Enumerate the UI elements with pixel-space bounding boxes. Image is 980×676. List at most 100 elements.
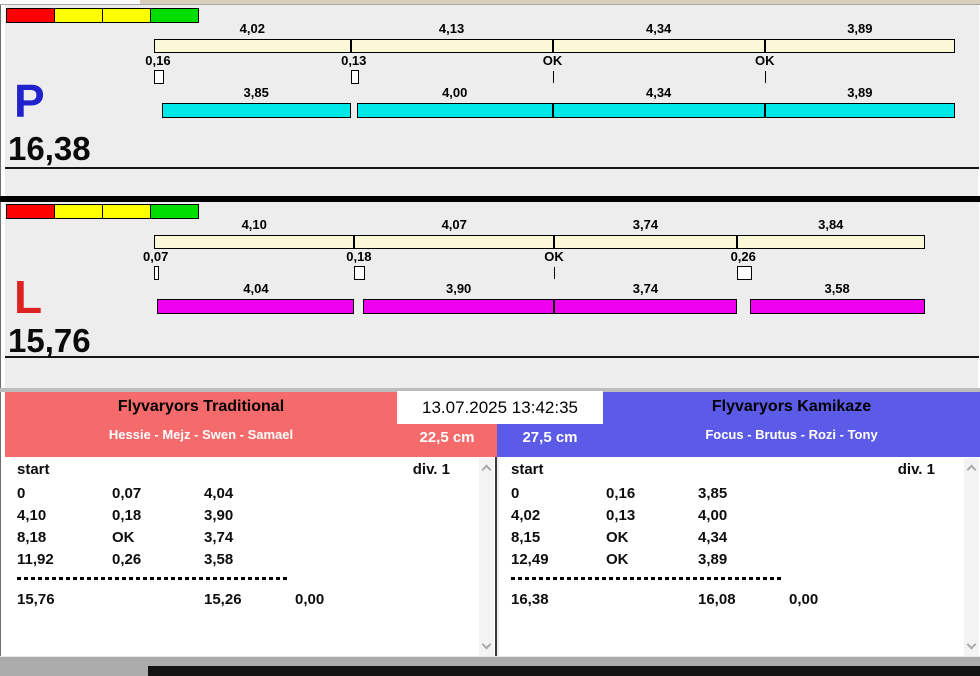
result-cell: 0,16 [606, 485, 636, 502]
result-cell: OK [606, 529, 629, 546]
result-cell: 4,00 [698, 507, 728, 524]
total-cell: 0,00 [789, 591, 819, 608]
traffic-light-segment [6, 204, 55, 219]
loss-time-label: OK [755, 53, 775, 68]
results-pane-right[interactable]: start div. 1 0 0,16 3,85 4,02 0,13 4,00 8,15 OK 4,… [499, 457, 980, 657]
result-cell: 0 [17, 485, 26, 502]
loss-time-label: 0,07 [143, 249, 169, 264]
datetime-display: 13.07.2025 13:42:35 [397, 391, 603, 424]
jump-height-badge: 27,5 cm [522, 429, 578, 446]
result-cell: 4,04 [204, 485, 234, 502]
result-cell: 0,13 [606, 507, 636, 524]
lane-total-time: 15,76 [8, 322, 91, 359]
window-bottom-bar [0, 657, 980, 666]
results-header-division: div. 1 [897, 461, 935, 478]
lane-letter: L [14, 271, 43, 323]
split-time-label: 3,89 [847, 21, 873, 36]
result-cell: 0 [511, 485, 520, 502]
results-pane-left[interactable]: start div. 1 0 0,07 4,04 4,10 0,18 3,90 8,18 OK 3,… [5, 457, 497, 657]
result-cell: 11,92 [17, 551, 54, 568]
result-cell: 4,10 [17, 507, 47, 524]
loss-time-label: OK [542, 53, 563, 68]
loss-marker-box [354, 266, 366, 280]
team-members: Hessie - Mejz - Swen - Samael [108, 427, 294, 442]
vertical-scrollbar[interactable] [479, 458, 494, 656]
result-cell: 0,26 [112, 551, 142, 568]
loss-marker-box [736, 266, 752, 280]
team-members: Focus - Brutus - Rozi - Tony [705, 427, 878, 442]
gross-bar-segment [350, 39, 553, 53]
app-window: P 16,38 4,02 0,16 3,85 4,13 0,13 4,00 4,34 OK 4,… [0, 0, 980, 676]
team-name: Flyvaryors Traditional [117, 398, 285, 415]
chevron-down-icon[interactable] [966, 639, 977, 650]
results-header-start: start [17, 461, 50, 478]
ok-tick [552, 71, 554, 83]
traffic-light [6, 204, 199, 219]
result-cell: 0,07 [112, 485, 142, 502]
dashed-separator [511, 577, 783, 580]
result-cell: OK [112, 529, 135, 546]
gross-bar-segment [764, 39, 955, 53]
net-bar-segment [356, 103, 553, 118]
result-cell: 3,58 [204, 551, 234, 568]
traffic-light-segment [102, 8, 151, 23]
result-cell: 3,74 [204, 529, 234, 546]
result-cell: 0,18 [112, 507, 142, 524]
total-cell: 16,08 [698, 591, 736, 608]
net-time-label: 3,74 [632, 281, 659, 296]
result-cell: 3,90 [204, 507, 234, 524]
chevron-up-icon[interactable] [481, 464, 492, 475]
gross-bar-segment [552, 39, 765, 53]
result-cell: OK [606, 551, 629, 568]
traffic-light [6, 8, 199, 23]
traffic-light-segment [150, 204, 199, 219]
net-time-label: 4,04 [243, 281, 269, 296]
net-bar-segment [764, 103, 955, 118]
split-time-label: 3,74 [632, 217, 659, 232]
total-cell: 15,76 [17, 591, 55, 608]
split-time-label: 4,34 [645, 21, 672, 36]
result-cell: 8,15 [511, 529, 541, 546]
traffic-light-segment [54, 8, 103, 23]
gross-bar-segment [736, 235, 925, 249]
net-time-label: 4,34 [645, 85, 672, 100]
top-strip [0, 0, 140, 5]
taskbar-strip [148, 666, 980, 676]
gross-bar-segment [354, 235, 554, 249]
net-bar-segment [552, 103, 765, 118]
ok-tick [554, 267, 555, 279]
lane-panel-left: L 15,76 4,10 0,07 4,04 4,07 0,18 3,90 3,74 OK 3,… [5, 202, 979, 358]
split-time-label: 4,10 [241, 217, 267, 232]
net-time-label: 3,58 [824, 281, 850, 296]
chevron-up-icon[interactable] [966, 464, 977, 475]
split-time-label: 4,07 [441, 217, 467, 232]
net-bar-segment [161, 103, 351, 118]
traffic-light-segment [150, 8, 199, 23]
chevron-down-icon[interactable] [481, 639, 492, 650]
top-strip [140, 0, 980, 5]
loss-marker-box [350, 70, 359, 84]
loss-time-label: 0,13 [341, 53, 367, 68]
result-cell: 12,49 [511, 551, 549, 568]
result-cell: 4,02 [511, 507, 541, 524]
taskbar-strip [0, 666, 148, 676]
net-time-label: 3,89 [847, 85, 873, 100]
lane-total-time: 16,38 [8, 130, 91, 167]
lane-letter: P [14, 75, 45, 127]
results-header-division: div. 1 [412, 461, 450, 478]
traffic-light-segment [54, 204, 103, 219]
total-cell: 15,26 [204, 591, 242, 608]
dashed-separator [17, 577, 289, 580]
loss-marker-box [154, 70, 164, 84]
gross-bar-segment [154, 235, 355, 249]
loss-time-label: 0,18 [346, 249, 372, 264]
net-bar-segment [157, 299, 355, 314]
result-cell: 8,18 [17, 529, 47, 546]
vertical-scrollbar[interactable] [964, 458, 979, 656]
total-cell: 16,38 [511, 591, 549, 608]
split-time-label: 4,13 [438, 21, 465, 36]
loss-time-label: 0,16 [145, 53, 171, 68]
net-bar-segment [554, 299, 737, 314]
net-bar-segment [363, 299, 554, 314]
team-name: Flyvaryors Kamikaze [711, 398, 872, 415]
